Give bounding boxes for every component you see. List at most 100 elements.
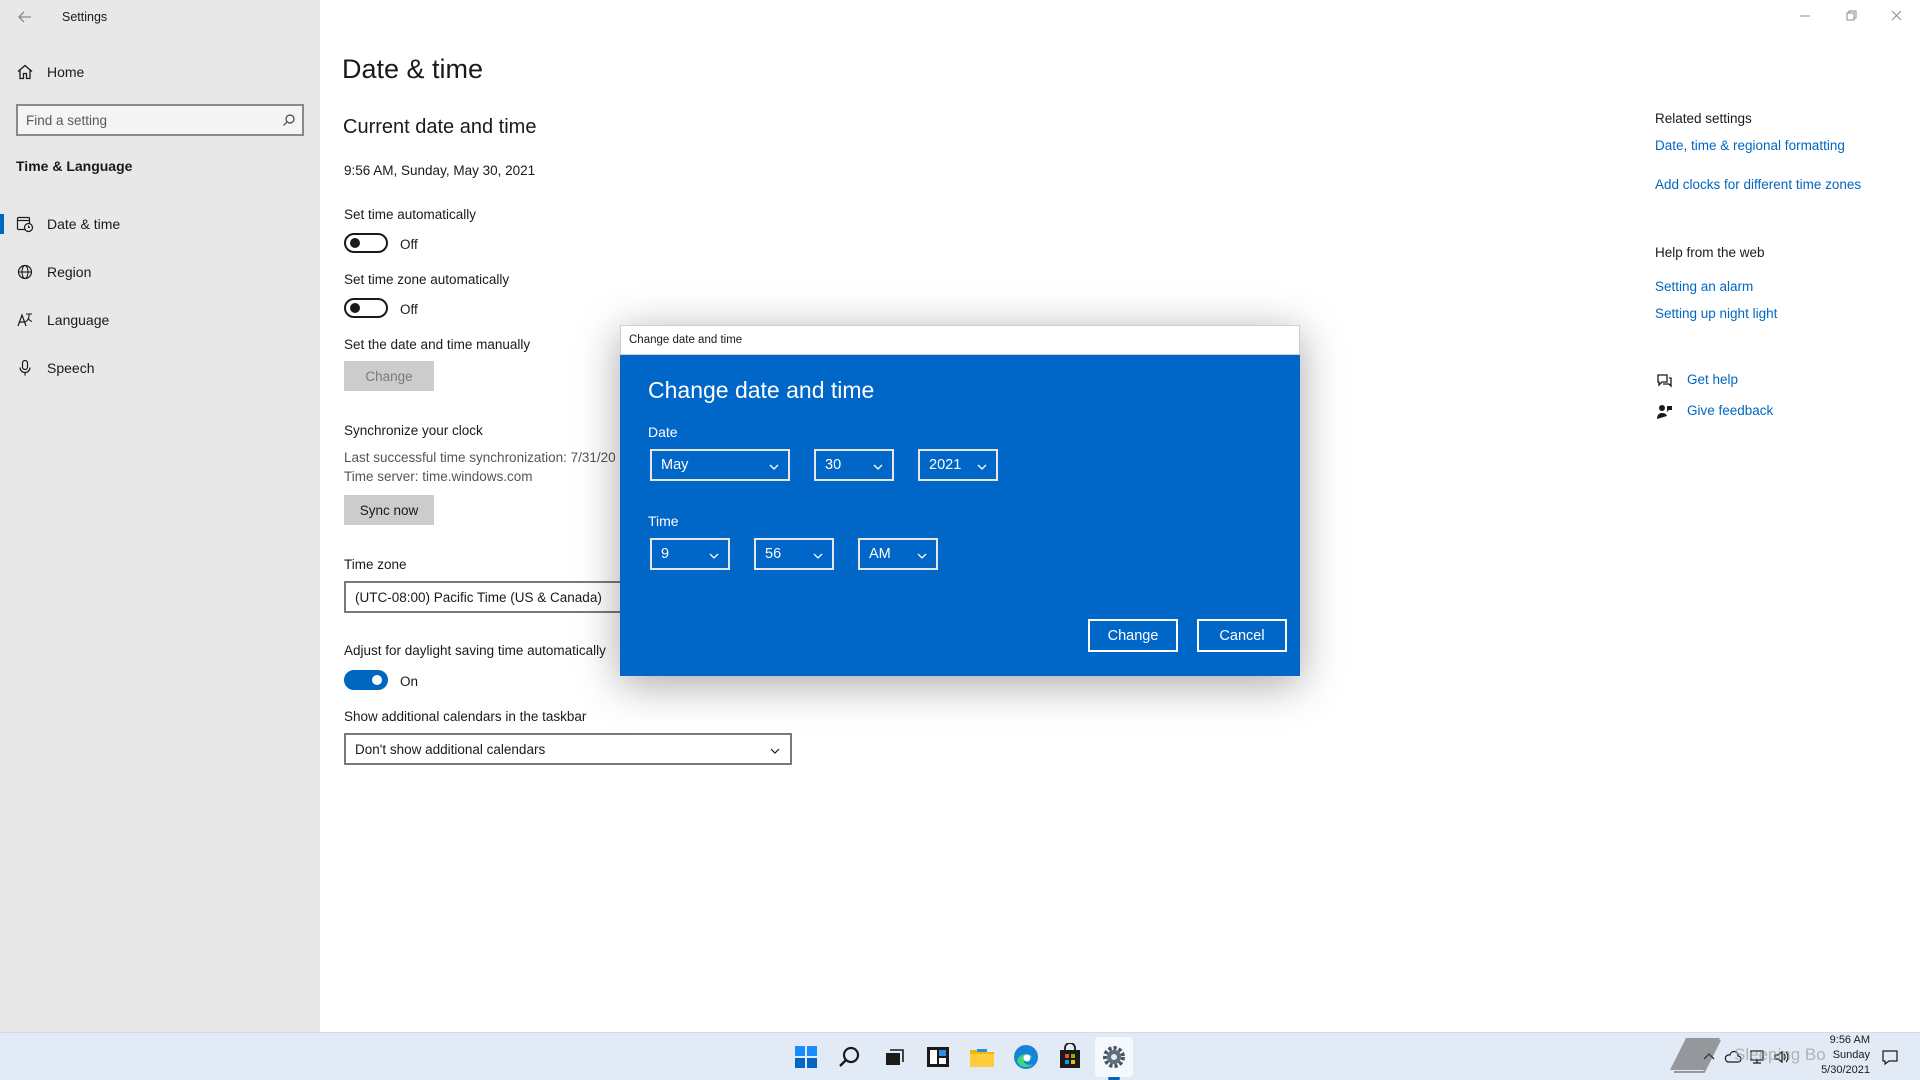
section-title: Time & Language — [16, 158, 133, 174]
timezone-value: (UTC-08:00) Pacific Time (US & Canada) — [355, 590, 602, 605]
year-value: 2021 — [929, 457, 962, 473]
link-give-feedback[interactable]: Give feedback — [1687, 403, 1773, 418]
minute-select[interactable]: 56 — [754, 538, 834, 570]
calendars-label: Show additional calendars in the taskbar — [344, 709, 587, 724]
search-icon[interactable] — [836, 1043, 864, 1071]
chevron-down-icon — [872, 460, 884, 472]
link-get-help[interactable]: Get help — [1687, 372, 1738, 387]
sidebar-item-label: Date & time — [47, 216, 121, 232]
minute-value: 56 — [765, 546, 782, 562]
ampm-value: AM — [869, 546, 891, 562]
manual-label: Set the date and time manually — [344, 337, 531, 352]
month-select[interactable]: May — [650, 449, 790, 481]
microphone-icon — [16, 359, 34, 377]
link-setting-alarm[interactable]: Setting an alarm — [1655, 279, 1753, 294]
back-arrow-icon[interactable] — [14, 6, 36, 28]
sidebar-item-label: Speech — [47, 360, 95, 376]
sidebar-item-date-time[interactable]: Date & time — [0, 206, 320, 242]
sync-label: Synchronize your clock — [344, 423, 483, 438]
ampm-select[interactable]: AM — [858, 538, 938, 570]
timezone-label: Time zone — [344, 557, 407, 572]
chevron-down-icon — [812, 549, 824, 561]
minimize-icon[interactable] — [1793, 6, 1817, 26]
search-box[interactable] — [16, 104, 304, 136]
nav-home[interactable]: Home — [0, 58, 320, 88]
day-value: 30 — [825, 457, 842, 473]
link-night-light[interactable]: Setting up night light — [1655, 306, 1777, 321]
start-icon[interactable] — [792, 1043, 820, 1071]
section-heading: Current date and time — [343, 116, 537, 138]
home-icon — [16, 63, 34, 81]
dialog-heading: Change date and time — [648, 377, 875, 403]
widgets-icon[interactable] — [924, 1043, 952, 1071]
dialog-change-button[interactable]: Change — [1088, 619, 1178, 652]
close-icon[interactable] — [1884, 6, 1908, 26]
set-time-auto-toggle[interactable] — [344, 233, 388, 253]
clock-day: Sunday — [1832, 1049, 1870, 1061]
edge-icon[interactable] — [1012, 1043, 1040, 1071]
taskbar — [0, 1032, 1920, 1080]
chevron-down-icon — [976, 460, 988, 472]
sidebar-item-label: Language — [47, 312, 110, 328]
related-settings-heading: Related settings — [1655, 111, 1752, 126]
nav-home-label: Home — [47, 64, 85, 80]
sidebar-item-region[interactable]: Region — [0, 254, 320, 290]
app-title: Settings — [62, 10, 108, 24]
hour-select[interactable]: 9 — [650, 538, 730, 570]
sidebar-item-label: Region — [47, 264, 92, 280]
settings-gear-icon[interactable] — [1100, 1043, 1128, 1080]
chevron-down-icon — [916, 549, 928, 561]
manual-change-button[interactable]: Change — [344, 361, 434, 391]
search-input[interactable] — [26, 111, 271, 129]
toggle-knob — [350, 238, 360, 248]
restore-icon[interactable] — [1839, 6, 1863, 26]
chevron-down-icon — [769, 744, 781, 756]
help-heading: Help from the web — [1655, 245, 1765, 260]
link-regional-formatting[interactable]: Date, time & regional formatting — [1655, 138, 1845, 153]
year-select[interactable]: 2021 — [918, 449, 998, 481]
set-time-auto-label: Set time automatically — [344, 207, 477, 222]
link-add-clocks[interactable]: Add clocks for different time zones — [1655, 177, 1861, 192]
calendar-clock-icon — [16, 215, 34, 233]
dst-label: Adjust for daylight saving time automati… — [344, 643, 606, 658]
globe-icon — [16, 263, 34, 281]
feedback-icon — [1655, 403, 1673, 421]
sidebar: Settings Home Time & Language Date & tim… — [0, 0, 320, 1032]
dialog-window-title: Change date and time — [629, 334, 743, 346]
notification-icon[interactable] — [1880, 1048, 1900, 1066]
toggle-knob — [372, 675, 382, 685]
sidebar-item-speech[interactable]: Speech — [0, 350, 320, 386]
time-label: Time — [648, 513, 679, 529]
taskbar-clock[interactable]: 9:56 AM Sunday 5/30/2021 — [1790, 1033, 1870, 1078]
page-title: Date & time — [342, 54, 484, 84]
chat-help-icon — [1655, 372, 1673, 390]
sidebar-item-language[interactable]: Language — [0, 302, 320, 338]
sync-server: Time server: time.windows.com — [344, 469, 533, 484]
month-value: May — [661, 457, 689, 473]
file-explorer-icon[interactable] — [968, 1043, 996, 1071]
calendars-select[interactable]: Don't show additional calendars — [344, 733, 792, 765]
dialog-titlebar[interactable]: Change date and time — [620, 325, 1300, 355]
set-time-auto-state: Off — [400, 237, 418, 252]
sync-last: Last successful time synchronization: 7/… — [344, 450, 616, 465]
clock-date: 5/30/2021 — [1821, 1064, 1870, 1076]
toggle-knob — [350, 303, 360, 313]
chevron-down-icon — [768, 460, 780, 472]
calendars-value: Don't show additional calendars — [355, 742, 546, 757]
chevron-down-icon — [708, 549, 720, 561]
dialog-cancel-button[interactable]: Cancel — [1197, 619, 1287, 652]
date-label: Date — [648, 424, 678, 440]
dst-toggle[interactable] — [344, 670, 388, 690]
task-view-icon[interactable] — [880, 1043, 908, 1071]
hour-value: 9 — [661, 546, 670, 562]
language-icon — [16, 311, 34, 329]
set-zone-auto-state: Off — [400, 302, 418, 317]
set-zone-auto-toggle[interactable] — [344, 298, 388, 318]
change-date-time-dialog: Change date and time Change date and tim… — [620, 325, 1300, 676]
search-icon[interactable] — [282, 113, 296, 127]
day-select[interactable]: 30 — [814, 449, 894, 481]
dst-state: On — [400, 674, 419, 689]
set-zone-auto-label: Set time zone automatically — [344, 272, 510, 287]
store-icon[interactable] — [1056, 1042, 1084, 1071]
sync-now-button[interactable]: Sync now — [344, 495, 434, 525]
